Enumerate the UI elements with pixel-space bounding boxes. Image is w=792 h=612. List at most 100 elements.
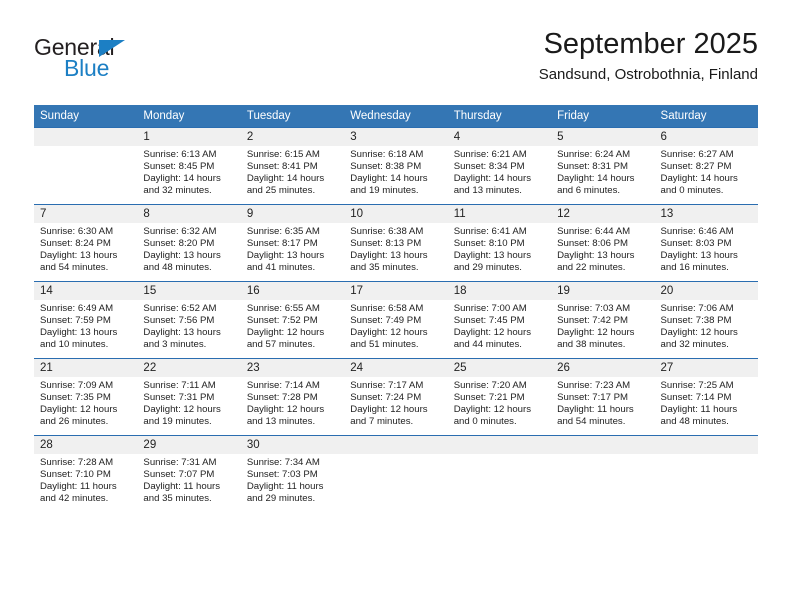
day-details — [551, 454, 654, 512]
sunrise-text: Sunrise: 6:15 AM — [246, 149, 320, 160]
calendar-day-cell[interactable]: 1 Sunrise: 6:13 AM Sunset: 8:45 PM Daylight… — [137, 127, 241, 205]
calendar-week-row: 1 Sunrise: 6:13 AM Sunset: 8:45 PM Daylight… — [34, 127, 758, 205]
calendar-day-cell[interactable]: 24 Sunrise: 7:17 AM Sunset: 7:24 PM Dayligh… — [344, 358, 448, 436]
daylight-text-line1: Daylight: 12 hours — [350, 327, 428, 339]
calendar-day-cell[interactable]: 2 Sunrise: 6:15 AM Sunset: 8:41 PM Daylight… — [240, 127, 345, 205]
daylight-text-line1: Daylight: 13 hours — [40, 250, 118, 262]
day-details: Sunrise: 6:49 AM Sunset: 7:59 PM Daylight:… — [34, 300, 137, 358]
calendar-day-cell[interactable]: 12 Sunrise: 6:44 AM Sunset: 8:06 PM Dayligh… — [551, 204, 655, 282]
daylight-text-line2: and 32 minutes. — [660, 339, 729, 351]
sunrise-text: Sunrise: 6:35 AM — [246, 226, 320, 237]
daylight-text-line1: Daylight: 11 hours — [246, 481, 324, 493]
sunrise-text: Sunrise: 6:27 AM — [660, 149, 734, 160]
sunrise-text: Sunrise: 6:24 AM — [557, 149, 631, 160]
calendar-day-cell[interactable]: 10 Sunrise: 6:38 AM Sunset: 8:13 PM Dayligh… — [344, 204, 448, 282]
day-number: 17 — [344, 282, 448, 300]
sunset-text: Sunset: 8:41 PM — [246, 161, 318, 173]
calendar-day-cell[interactable]: 9 Sunrise: 6:35 AM Sunset: 8:17 PM Daylight… — [240, 204, 345, 282]
calendar-day-cell[interactable]: 29 Sunrise: 7:31 AM Sunset: 7:07 PM Dayligh… — [137, 435, 241, 512]
sunset-text: Sunset: 7:28 PM — [246, 392, 318, 404]
sunset-text: Sunset: 7:03 PM — [246, 469, 318, 481]
calendar-day-cell[interactable]: 28 Sunrise: 7:28 AM Sunset: 7:10 PM Dayligh… — [34, 435, 138, 512]
day-number: 25 — [447, 359, 552, 377]
daylight-text-line1: Daylight: 13 hours — [557, 250, 635, 262]
weekday-header-tuesday: Tuesday — [240, 105, 345, 128]
day-details: Sunrise: 7:28 AM Sunset: 7:10 PM Daylight:… — [34, 454, 137, 512]
calendar-day-cell[interactable]: 26 Sunrise: 7:23 AM Sunset: 7:17 PM Dayligh… — [551, 358, 655, 436]
day-details: Sunrise: 7:31 AM Sunset: 7:07 PM Daylight:… — [137, 454, 240, 512]
sunrise-text: Sunrise: 7:03 AM — [557, 303, 631, 314]
calendar-day-cell[interactable]: 27 Sunrise: 7:25 AM Sunset: 7:14 PM Dayligh… — [654, 358, 758, 436]
day-number: 9 — [240, 205, 345, 223]
sunset-text: Sunset: 7:35 PM — [40, 392, 111, 404]
day-details: Sunrise: 7:09 AM Sunset: 7:35 PM Daylight:… — [34, 377, 137, 435]
calendar-day-cell-empty — [34, 127, 138, 205]
calendar-day-cell[interactable]: 13 Sunrise: 6:46 AM Sunset: 8:03 PM Dayligh… — [654, 204, 758, 282]
calendar-day-cell[interactable]: 14 Sunrise: 6:49 AM Sunset: 7:59 PM Dayligh… — [34, 281, 138, 359]
calendar-day-cell[interactable]: 6 Sunrise: 6:27 AM Sunset: 8:27 PM Daylight… — [654, 127, 758, 205]
weekday-header-sunday: Sunday — [34, 105, 138, 128]
daylight-text-line2: and 42 minutes. — [40, 493, 109, 505]
sunrise-text: Sunrise: 7:14 AM — [246, 380, 320, 391]
calendar-week-row: 7 Sunrise: 6:30 AM Sunset: 8:24 PM Daylight… — [34, 204, 758, 282]
calendar-day-cell[interactable]: 22 Sunrise: 7:11 AM Sunset: 7:31 PM Dayligh… — [137, 358, 241, 436]
day-number: 19 — [551, 282, 655, 300]
day-number: 8 — [137, 205, 241, 223]
calendar-day-cell[interactable]: 15 Sunrise: 6:52 AM Sunset: 7:56 PM Dayligh… — [137, 281, 241, 359]
calendar-day-cell[interactable]: 18 Sunrise: 7:00 AM Sunset: 7:45 PM Dayligh… — [447, 281, 552, 359]
calendar-day-cell[interactable]: 16 Sunrise: 6:55 AM Sunset: 7:52 PM Dayligh… — [240, 281, 345, 359]
calendar-day-cell[interactable]: 19 Sunrise: 7:03 AM Sunset: 7:42 PM Dayligh… — [551, 281, 655, 359]
calendar-day-cell[interactable]: 21 Sunrise: 7:09 AM Sunset: 7:35 PM Dayligh… — [34, 358, 138, 436]
day-number — [34, 128, 138, 146]
day-number: 24 — [344, 359, 448, 377]
day-number: 12 — [551, 205, 655, 223]
daylight-text-line1: Daylight: 12 hours — [246, 404, 325, 416]
sunset-text: Sunset: 8:10 PM — [453, 238, 525, 250]
sunset-text: Sunset: 8:06 PM — [557, 238, 629, 250]
sunrise-text: Sunrise: 6:52 AM — [143, 303, 217, 314]
daylight-text-line1: Daylight: 12 hours — [557, 327, 635, 339]
daylight-text-line2: and 7 minutes. — [350, 416, 414, 428]
calendar-day-cell[interactable]: 23 Sunrise: 7:14 AM Sunset: 7:28 PM Dayligh… — [240, 358, 345, 436]
sunset-text: Sunset: 8:45 PM — [143, 161, 215, 173]
calendar-day-cell[interactable]: 3 Sunrise: 6:18 AM Sunset: 8:38 PM Daylight… — [344, 127, 448, 205]
daylight-text-line2: and 35 minutes. — [350, 262, 419, 274]
calendar-day-cell[interactable]: 7 Sunrise: 6:30 AM Sunset: 8:24 PM Daylight… — [34, 204, 138, 282]
calendar-day-cell[interactable]: 20 Sunrise: 7:06 AM Sunset: 7:38 PM Dayligh… — [654, 281, 758, 359]
page-title: September 2025 — [543, 28, 758, 60]
calendar-day-cell-empty — [447, 435, 552, 512]
sunrise-text: Sunrise: 7:25 AM — [660, 380, 734, 391]
sunrise-text: Sunrise: 6:49 AM — [40, 303, 114, 314]
day-details: Sunrise: 7:23 AM Sunset: 7:17 PM Daylight:… — [551, 377, 654, 435]
calendar-day-cell-empty — [654, 435, 758, 512]
day-number: 4 — [447, 128, 552, 146]
daylight-text-line2: and 32 minutes. — [143, 185, 212, 197]
day-number: 21 — [34, 359, 138, 377]
day-number: 11 — [447, 205, 552, 223]
calendar-day-cell[interactable]: 11 Sunrise: 6:41 AM Sunset: 8:10 PM Dayligh… — [447, 204, 552, 282]
sunset-text: Sunset: 8:34 PM — [453, 161, 525, 173]
general-blue-logo: General Blue — [34, 34, 234, 86]
daylight-text-line1: Daylight: 13 hours — [660, 250, 738, 262]
calendar-page: General Blue September 2025 Sandsund, Os… — [0, 0, 792, 612]
day-details: Sunrise: 6:35 AM Sunset: 8:17 PM Daylight:… — [241, 223, 344, 281]
day-number: 2 — [240, 128, 345, 146]
sunset-text: Sunset: 8:20 PM — [143, 238, 215, 250]
calendar-day-cell[interactable]: 30 Sunrise: 7:34 AM Sunset: 7:03 PM Dayligh… — [240, 435, 345, 512]
weekday-header-monday: Monday — [137, 105, 241, 128]
calendar-day-cell[interactable]: 5 Sunrise: 6:24 AM Sunset: 8:31 PM Daylight… — [551, 127, 655, 205]
daylight-text-line2: and 38 minutes. — [557, 339, 626, 351]
day-number: 10 — [344, 205, 448, 223]
calendar-day-cell[interactable]: 4 Sunrise: 6:21 AM Sunset: 8:34 PM Daylight… — [447, 127, 552, 205]
day-number: 20 — [654, 282, 758, 300]
calendar-day-cell[interactable]: 17 Sunrise: 6:58 AM Sunset: 7:49 PM Dayligh… — [344, 281, 448, 359]
calendar-day-cell[interactable]: 8 Sunrise: 6:32 AM Sunset: 8:20 PM Daylight… — [137, 204, 241, 282]
day-number — [447, 436, 552, 454]
day-details: Sunrise: 6:58 AM Sunset: 7:49 PM Daylight:… — [344, 300, 447, 358]
sunrise-text: Sunrise: 7:23 AM — [557, 380, 631, 391]
daylight-text-line2: and 51 minutes. — [350, 339, 419, 351]
calendar-day-cell[interactable]: 25 Sunrise: 7:20 AM Sunset: 7:21 PM Dayligh… — [447, 358, 552, 436]
daylight-text-line1: Daylight: 13 hours — [143, 250, 221, 262]
daylight-text-line2: and 6 minutes. — [557, 185, 621, 197]
sunset-text: Sunset: 8:31 PM — [557, 161, 629, 173]
